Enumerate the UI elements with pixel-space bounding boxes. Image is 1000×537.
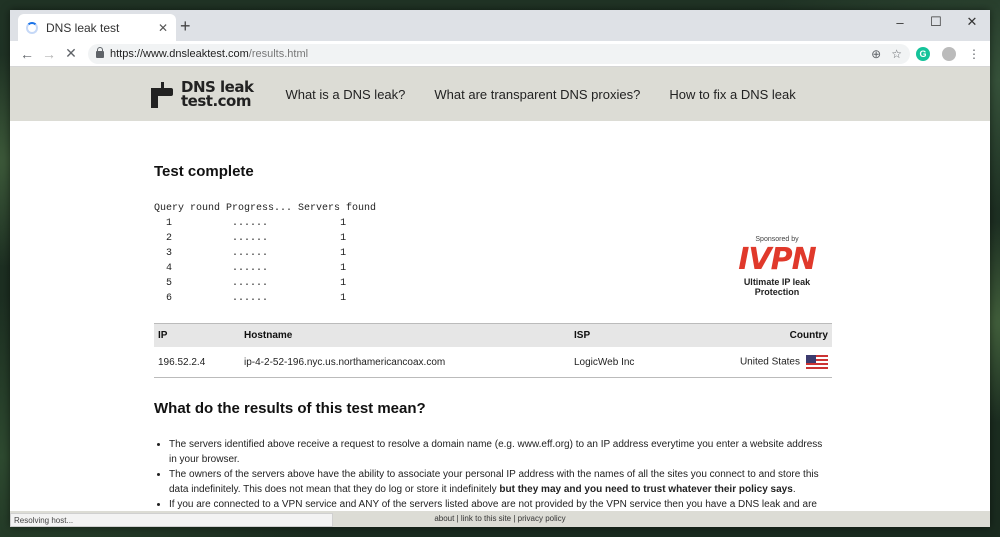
site-logo[interactable]: DNS leak test.com [151, 80, 254, 110]
tab-strip: DNS leak test ✕ + – ☐ ✕ [10, 10, 990, 41]
country-name: United States [739, 356, 800, 368]
maximize-button[interactable]: ☐ [918, 10, 954, 34]
star-icon[interactable]: ☆ [891, 47, 902, 61]
forward-arrow-icon[interactable]: → [38, 46, 60, 62]
web-page: DNS leak test.com What is a DNS leak? Wh… [10, 67, 990, 527]
tab-title: DNS leak test [46, 20, 120, 35]
grammarly-extension-icon[interactable]: G [916, 46, 930, 61]
stop-loading-icon[interactable]: ✕ [60, 45, 82, 62]
lock-icon [96, 47, 104, 58]
close-window-button[interactable]: ✕ [954, 10, 990, 34]
progress-row: 1 ...... 1 [166, 218, 347, 229]
nav-transparent-dns-proxies[interactable]: What are transparent DNS proxies? [434, 87, 640, 102]
faucet-icon [151, 80, 177, 108]
header-hostname: Hostname [240, 323, 570, 347]
minimize-button[interactable]: – [882, 10, 918, 34]
cell-ip: 196.52.2.4 [154, 347, 240, 378]
section-title: What do the results of this test mean? [154, 400, 426, 417]
bold-warning: but they may and you need to trust whate… [499, 484, 793, 495]
new-tab-button[interactable]: + [180, 16, 191, 37]
cell-hostname: ip-4-2-52-196.nyc.us.northamericancoax.c… [240, 347, 570, 378]
tab-dns-leak-test[interactable]: DNS leak test ✕ [18, 14, 176, 41]
loading-spinner-icon [26, 21, 38, 34]
nav-what-is-dns-leak[interactable]: What is a DNS leak? [285, 87, 405, 102]
logo-line2: test.com [181, 92, 251, 110]
header-country: Country [678, 323, 832, 347]
sponsor-tagline: Ultimate IP leak Protection [743, 277, 811, 297]
header-ip: IP [154, 323, 240, 347]
zoom-icon[interactable]: ⊕ [871, 47, 881, 61]
browser-window: DNS leak test ✕ + – ☐ ✕ ← → ✕ https://ww… [10, 10, 990, 527]
site-nav: What is a DNS leak? What are transparent… [285, 87, 795, 102]
url-host: https://www.dnsleaktest.com [110, 47, 249, 60]
browser-toolbar: ← → ✕ https://www.dnsleaktest.com /resul… [10, 41, 990, 67]
nav-fix-dns-leak[interactable]: How to fix a DNS leak [669, 87, 795, 102]
close-icon[interactable]: ✕ [158, 21, 168, 35]
site-header: DNS leak test.com What is a DNS leak? Wh… [10, 67, 990, 121]
omnibox-actions: ⊕ ☆ [871, 47, 902, 61]
sponsor-ad[interactable]: Sponsored by IVPN Ultimate IP leak Prote… [722, 236, 832, 297]
address-bar[interactable]: https://www.dnsleaktest.com /results.htm… [88, 43, 910, 64]
ivpn-logo: IVPN [738, 242, 816, 277]
cell-isp: LogicWeb Inc [570, 347, 679, 378]
us-flag-icon [806, 355, 828, 369]
table-row: 196.52.2.4 ip-4-2-52-196.nyc.us.northame… [154, 347, 832, 378]
kebab-menu-icon[interactable]: ⋮ [968, 47, 980, 61]
list-item: The owners of the servers above have the… [169, 467, 832, 497]
header-isp: ISP [570, 323, 679, 347]
url-path: /results.html [248, 47, 309, 60]
window-controls: – ☐ ✕ [882, 10, 990, 34]
progress-header: Query round Progress... Servers found [154, 203, 377, 214]
page-title: Test complete [154, 163, 254, 180]
back-arrow-icon[interactable]: ← [16, 46, 38, 62]
list-item: The servers identified above receive a r… [169, 437, 832, 467]
toolbar-extensions: G ⋮ [916, 46, 980, 61]
table-header-row: IP Hostname ISP Country [154, 323, 832, 347]
main-content: Test complete Query round Progress... Se… [154, 163, 832, 527]
cell-country: United States [678, 347, 832, 378]
profile-avatar-icon[interactable] [942, 46, 956, 61]
dns-servers-table: IP Hostname ISP Country 196.52.2.4 ip-4-… [154, 323, 832, 378]
status-bar: Resolving host... [10, 513, 333, 527]
